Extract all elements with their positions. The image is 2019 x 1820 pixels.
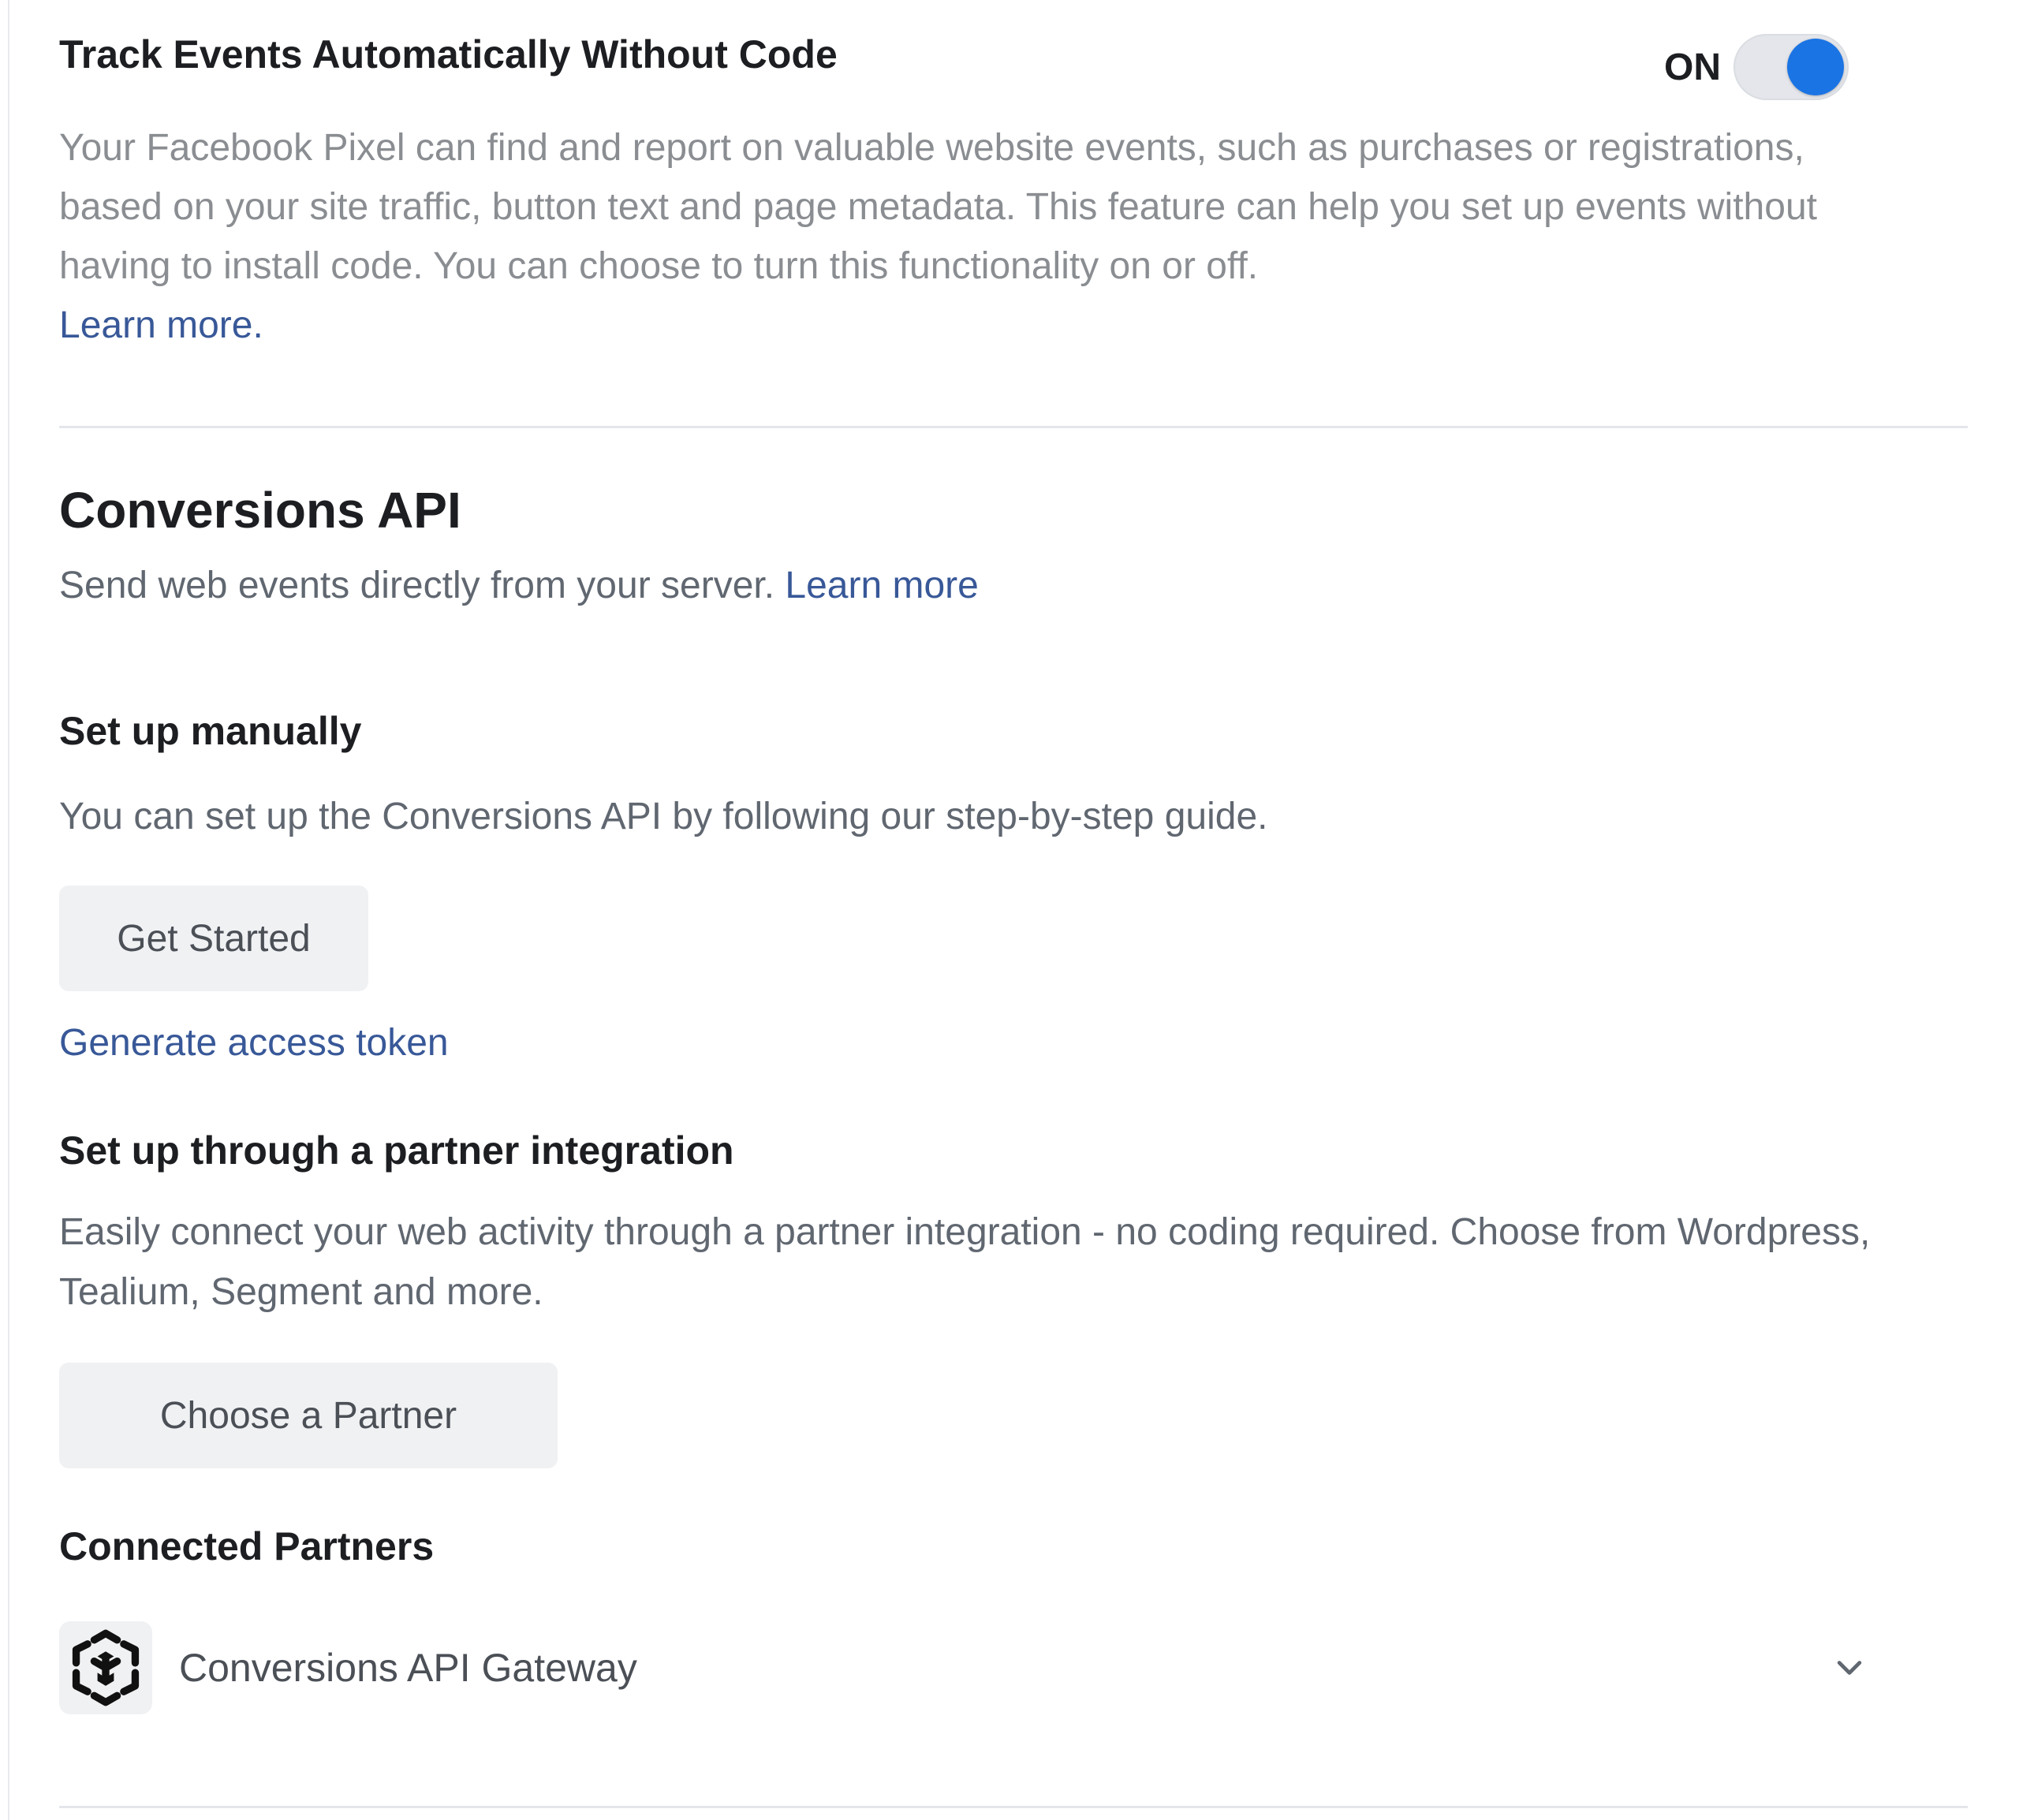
setup-manually-description: You can set up the Conversions API by fo… xyxy=(59,796,1268,837)
connected-partners-title: Connected Partners xyxy=(59,1524,435,1568)
setup-manually-title: Set up manually xyxy=(59,709,362,753)
conversions-api-title: Conversions API xyxy=(59,482,461,539)
conversions-api-description: Send web events directly from your serve… xyxy=(59,564,979,607)
partner-integration-title: Set up through a partner integration xyxy=(59,1128,734,1173)
chevron-down-icon[interactable] xyxy=(1826,1644,1873,1691)
conversions-api-learn-more-link[interactable]: Learn more xyxy=(785,565,978,606)
conversions-api-section: Conversions API Send web events directly… xyxy=(59,0,1968,1820)
generate-access-token-link[interactable]: Generate access token xyxy=(59,1021,449,1065)
connected-partner-row[interactable]: Conversions API Gateway xyxy=(59,1620,1873,1715)
partner-name: Conversions API Gateway xyxy=(179,1646,637,1690)
conversions-api-description-text: Send web events directly from your serve… xyxy=(59,565,786,606)
settings-page: Track Events Automatically Without Code … xyxy=(0,0,2019,1820)
bottom-divider xyxy=(59,1806,1968,1808)
get-started-button[interactable]: Get Started xyxy=(59,886,368,991)
cube-gateway-icon xyxy=(59,1621,152,1714)
partner-integration-description: Easily connect your web activity through… xyxy=(59,1211,1871,1313)
left-border xyxy=(8,0,9,1820)
choose-partner-button[interactable]: Choose a Partner xyxy=(59,1363,558,1468)
